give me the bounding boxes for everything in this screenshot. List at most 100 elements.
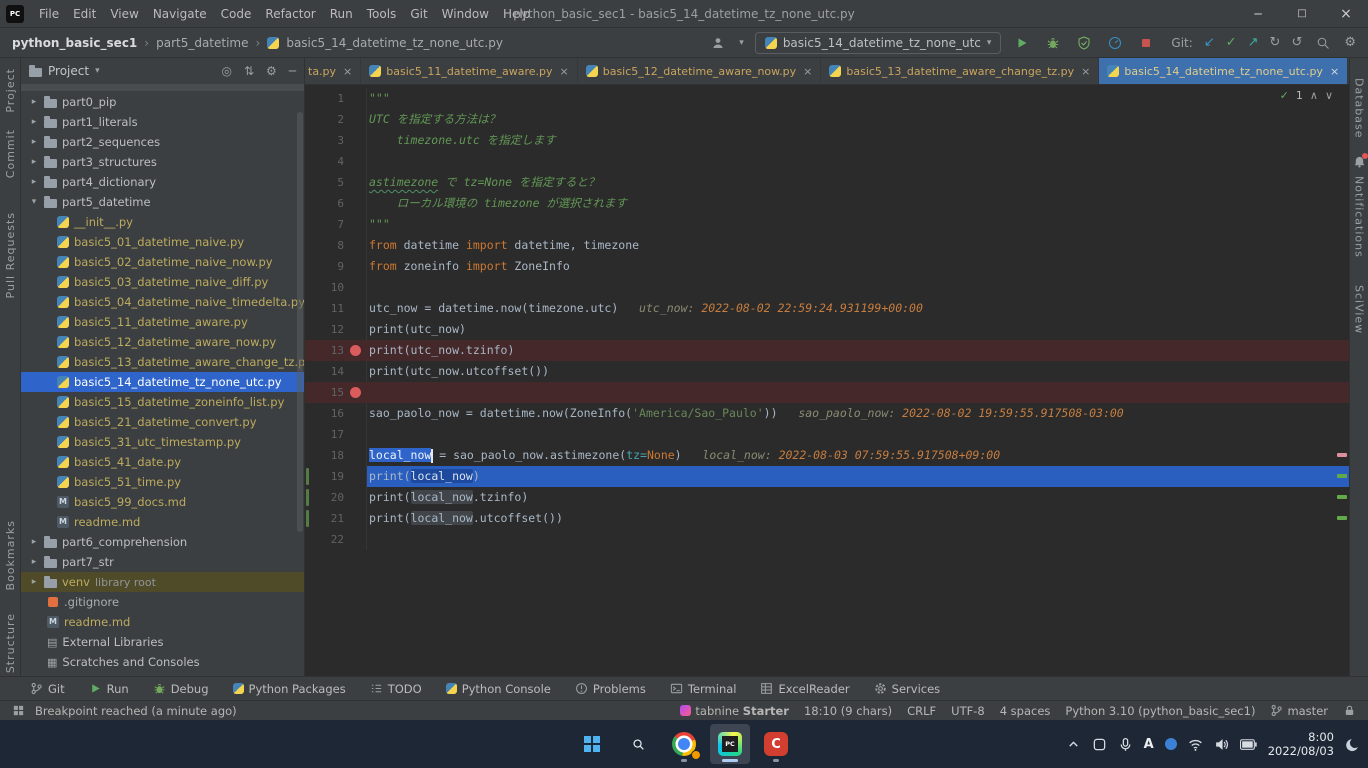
panel-settings-icon[interactable]: ⚙ bbox=[266, 64, 277, 78]
gutter-icon-area[interactable] bbox=[344, 319, 366, 340]
gutter-icon-area[interactable] bbox=[344, 340, 366, 361]
gutter-icon-area[interactable] bbox=[344, 151, 366, 172]
volume-icon[interactable] bbox=[1214, 737, 1229, 752]
minimize-button[interactable]: ─ bbox=[1236, 0, 1280, 27]
tree-item-part2-sequences[interactable]: ▸part2_sequences bbox=[21, 132, 304, 152]
toolwindow-services[interactable]: Services bbox=[874, 682, 941, 696]
menu-window[interactable]: Window bbox=[435, 4, 496, 24]
tree-item-readme-md[interactable]: Mreadme.md bbox=[21, 512, 304, 532]
menu-edit[interactable]: Edit bbox=[66, 4, 103, 24]
gutter-icon-area[interactable] bbox=[344, 109, 366, 130]
git-update-button[interactable]: ↙ bbox=[1204, 36, 1215, 49]
tree-item-basic5-15-datetime-zoneinfo-list-py[interactable]: basic5_15_datetime_zoneinfo_list.py bbox=[21, 392, 304, 412]
tab-basic5-13-datetime-aware-change-tz-py[interactable]: basic5_13_datetime_aware_change_tz.py× bbox=[821, 58, 1099, 84]
line-gutter[interactable]: 3 bbox=[305, 130, 367, 151]
line-separator[interactable]: CRLF bbox=[907, 704, 936, 718]
tree-item-init-py[interactable]: __init__.py bbox=[21, 212, 304, 232]
ime-indicator[interactable]: A bbox=[1144, 737, 1154, 752]
line-gutter[interactable]: 2 bbox=[305, 109, 367, 130]
tab-basic5-12-datetime-aware-now-py[interactable]: basic5_12_datetime_aware_now.py× bbox=[578, 58, 822, 84]
gutter-icon-area[interactable] bbox=[344, 172, 366, 193]
menu-navigate[interactable]: Navigate bbox=[146, 4, 214, 24]
tree-item-external-libraries[interactable]: ▤External Libraries bbox=[21, 632, 304, 652]
line-gutter[interactable]: 1 bbox=[305, 88, 367, 109]
code-line-20[interactable]: 20print(local_now.tzinfo) bbox=[305, 487, 1349, 508]
stripe-left-commit[interactable]: Commit bbox=[4, 129, 17, 178]
taskbar-chrome-button[interactable] bbox=[664, 724, 704, 764]
code-line-19[interactable]: 19print(local_now) bbox=[305, 466, 1349, 487]
gutter-icon-area[interactable] bbox=[344, 130, 366, 151]
tree-item-basic5-11-datetime-aware-py[interactable]: basic5_11_datetime_aware.py bbox=[21, 312, 304, 332]
code-line-8[interactable]: 8from datetime import datetime, timezone bbox=[305, 235, 1349, 256]
taskbar-red-app-button[interactable]: C bbox=[756, 724, 796, 764]
line-gutter[interactable]: 9 bbox=[305, 256, 367, 277]
stop-button[interactable] bbox=[1136, 33, 1156, 53]
tree-item-part3-structures[interactable]: ▸part3_structures bbox=[21, 152, 304, 172]
gutter-icon-area[interactable] bbox=[344, 214, 366, 235]
tree-item-venv[interactable]: ▸venvlibrary root bbox=[21, 572, 304, 592]
user-dropdown-icon[interactable]: ▾ bbox=[739, 38, 744, 48]
tree-item-basic5-14-datetime-tz-none-utc-py[interactable]: basic5_14_datetime_tz_none_utc.py bbox=[21, 372, 304, 392]
stripe-left-bookmarks[interactable]: Bookmarks bbox=[4, 520, 17, 590]
error-stripe-mark[interactable] bbox=[1337, 474, 1347, 478]
line-gutter[interactable]: 19 bbox=[305, 466, 367, 487]
file-encoding[interactable]: UTF-8 bbox=[951, 704, 985, 718]
tree-item-basic5-21-datetime-convert-py[interactable]: basic5_21_datetime_convert.py bbox=[21, 412, 304, 432]
menu-git[interactable]: Git bbox=[403, 4, 434, 24]
line-gutter[interactable]: 21 bbox=[305, 508, 367, 529]
code-line-6[interactable]: 6 ローカル環境の timezone が選択されます bbox=[305, 193, 1349, 214]
tree-item-partial[interactable] bbox=[21, 84, 304, 91]
gutter-icon-area[interactable] bbox=[344, 508, 366, 529]
line-gutter[interactable]: 6 bbox=[305, 193, 367, 214]
tree-item-basic5-04-datetime-naive-timedelta-py[interactable]: basic5_04_datetime_naive_timedelta.py bbox=[21, 292, 304, 312]
line-gutter[interactable]: 16 bbox=[305, 403, 367, 424]
toolwindow-problems[interactable]: Problems bbox=[575, 682, 646, 696]
battery-icon[interactable] bbox=[1240, 739, 1257, 750]
tree-item-basic5-99-docs-md[interactable]: Mbasic5_99_docs.md bbox=[21, 492, 304, 512]
tabnine-status[interactable]: tabnine Starter bbox=[680, 704, 789, 718]
close-tab-icon[interactable]: × bbox=[803, 65, 812, 78]
close-tab-icon[interactable]: × bbox=[343, 65, 352, 78]
code-line-13[interactable]: 13print(utc_now.tzinfo) bbox=[305, 340, 1349, 361]
hide-panel-icon[interactable]: ─ bbox=[289, 64, 296, 78]
line-gutter[interactable]: 12 bbox=[305, 319, 367, 340]
code-line-14[interactable]: 14print(utc_now.utcoffset()) bbox=[305, 361, 1349, 382]
locate-file-icon[interactable]: ◎ bbox=[221, 64, 231, 78]
git-branch-widget[interactable]: master bbox=[1270, 704, 1328, 718]
gutter-icon-area[interactable] bbox=[344, 403, 366, 424]
settings-button[interactable]: ⚙ bbox=[1344, 36, 1356, 49]
breadcrumb-item-python-basic-sec1[interactable]: python_basic_sec1 bbox=[12, 36, 137, 50]
code-line-10[interactable]: 10 bbox=[305, 277, 1349, 298]
tree-item-part6-comprehension[interactable]: ▸part6_comprehension bbox=[21, 532, 304, 552]
taskbar-pycharm-button[interactable]: PC bbox=[710, 724, 750, 764]
error-stripe-mark[interactable] bbox=[1337, 453, 1347, 457]
code-line-12[interactable]: 12print(utc_now) bbox=[305, 319, 1349, 340]
start-button[interactable] bbox=[572, 724, 612, 764]
microphone-icon[interactable] bbox=[1118, 737, 1133, 752]
toolwindow-git[interactable]: Git bbox=[30, 682, 65, 696]
toolwindow-python-packages[interactable]: Python Packages bbox=[233, 682, 346, 696]
line-gutter[interactable]: 18 bbox=[305, 445, 367, 466]
debug-button[interactable] bbox=[1043, 33, 1063, 53]
lock-icon[interactable] bbox=[1343, 704, 1356, 717]
taskbar-clock[interactable]: 8:00 2022/08/03 bbox=[1268, 730, 1334, 758]
gutter-icon-area[interactable] bbox=[344, 361, 366, 382]
line-gutter[interactable]: 20 bbox=[305, 487, 367, 508]
tree-item-part5-datetime[interactable]: ▾part5_datetime bbox=[21, 192, 304, 212]
code-line-1[interactable]: 1""" bbox=[305, 88, 1349, 109]
stripe-right-notifications[interactable]: Notifications bbox=[1353, 176, 1366, 258]
close-tab-icon[interactable]: × bbox=[1330, 65, 1339, 78]
gutter-icon-area[interactable] bbox=[344, 382, 366, 403]
gutter-icon-area[interactable] bbox=[344, 298, 366, 319]
line-gutter[interactable]: 8 bbox=[305, 235, 367, 256]
close-tab-icon[interactable]: × bbox=[560, 65, 569, 78]
project-view-dropdown-icon[interactable]: ▾ bbox=[95, 66, 100, 76]
stripe-left-project[interactable]: Project bbox=[4, 68, 17, 113]
tab-basic5-11-datetime-aware-py[interactable]: basic5_11_datetime_aware.py× bbox=[361, 58, 577, 84]
tree-item-basic5-13-datetime-aware-change-tz-py[interactable]: basic5_13_datetime_aware_change_tz.py bbox=[21, 352, 304, 372]
maximize-button[interactable]: □ bbox=[1280, 0, 1324, 27]
next-inspection-arrow[interactable]: ∨ bbox=[1325, 89, 1333, 102]
taskbar-search-button[interactable] bbox=[618, 724, 658, 764]
gutter-icon-area[interactable] bbox=[344, 445, 366, 466]
line-gutter[interactable]: 14 bbox=[305, 361, 367, 382]
